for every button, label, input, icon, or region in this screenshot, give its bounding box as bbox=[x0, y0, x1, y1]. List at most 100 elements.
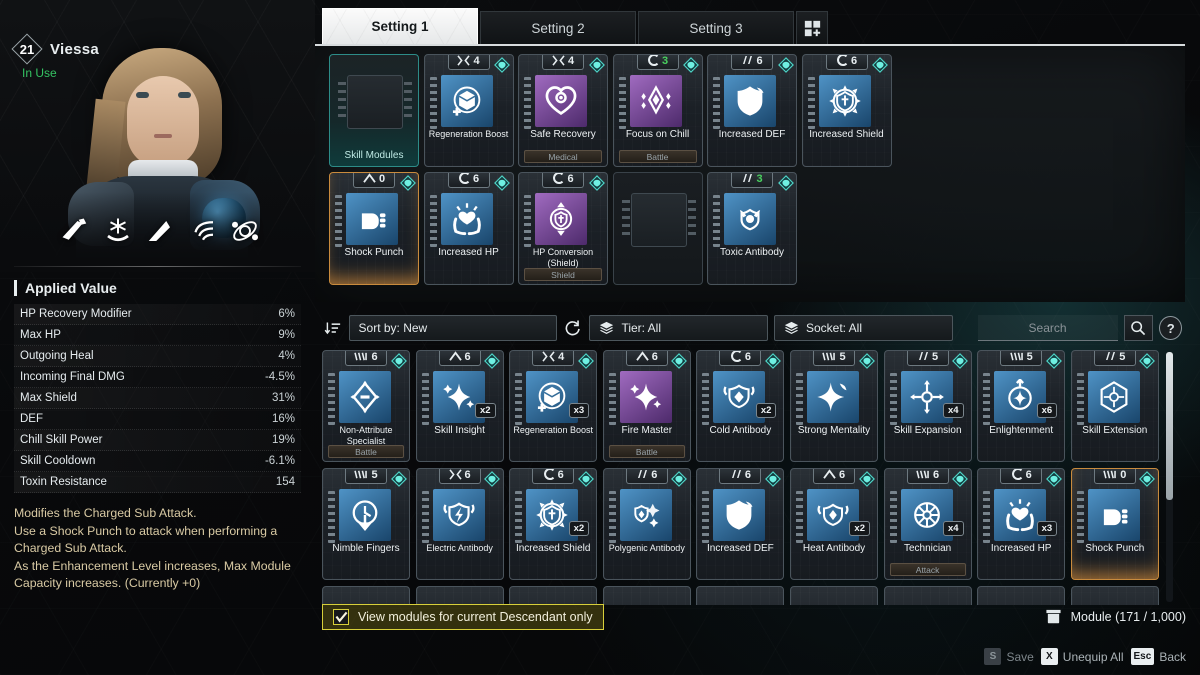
tier-filter-label: Tier: All bbox=[621, 321, 661, 335]
reset-filter-button[interactable] bbox=[563, 315, 584, 341]
module-card[interactable]: 6 Increased HP bbox=[423, 172, 514, 285]
module-tier-badge: 4 bbox=[532, 351, 575, 366]
module-card[interactable]: Skill Modules bbox=[329, 54, 419, 167]
module-socket-icon bbox=[577, 352, 594, 369]
module-tier-badge: 3 bbox=[636, 55, 679, 70]
key-hint[interactable]: X Unequip All bbox=[1040, 648, 1124, 665]
socket-xantic bbox=[916, 469, 930, 482]
module-card-partial[interactable] bbox=[883, 586, 972, 605]
module-thumbnail bbox=[619, 489, 672, 541]
view-current-descendant-checkbox-row[interactable]: View modules for current Descendant only bbox=[322, 604, 604, 630]
module-card[interactable]: 0 Shock Punch bbox=[329, 172, 419, 285]
module-socket-icon bbox=[399, 174, 416, 191]
tab-setting-1[interactable]: Setting 1 bbox=[322, 8, 478, 44]
module-card[interactable]: 5 x4 Skill Expansion bbox=[883, 350, 972, 462]
module-card[interactable]: 6 HP Conversion (Shield) Shield bbox=[518, 172, 608, 285]
module-card[interactable] bbox=[612, 172, 703, 285]
portrait-divider bbox=[14, 266, 301, 267]
sort-by-dropdown[interactable]: Sort by: New bbox=[348, 315, 557, 341]
module-tier-badge: 6 bbox=[719, 351, 762, 366]
module-card[interactable]: 4 Regeneration Boost bbox=[423, 54, 514, 167]
module-tier-number: 5 bbox=[1119, 351, 1126, 363]
module-card[interactable]: 6 Increased DEF bbox=[696, 468, 785, 580]
card-pins bbox=[328, 373, 335, 425]
tier-filter-dropdown[interactable]: Tier: All bbox=[589, 315, 768, 341]
socket-xantic bbox=[822, 351, 836, 364]
module-card[interactable]: 0 Shock Punch bbox=[1070, 468, 1159, 580]
module-card[interactable]: 5 Nimble Fingers bbox=[322, 468, 410, 580]
applied-value-name: Outgoing Heal bbox=[20, 350, 94, 362]
module-category: Attack bbox=[889, 563, 966, 576]
box-plus-icon bbox=[538, 382, 566, 412]
view-current-descendant-checkbox[interactable] bbox=[333, 609, 349, 625]
tab-setting-2[interactable]: Setting 2 bbox=[480, 11, 636, 44]
module-socket-icon bbox=[494, 174, 511, 191]
module-card-partial[interactable] bbox=[322, 586, 410, 605]
module-card[interactable]: 6 x2 Cold Antibody bbox=[696, 350, 785, 462]
socket-malachite bbox=[1011, 469, 1023, 483]
inventory-scrollbar[interactable] bbox=[1166, 352, 1173, 602]
tab-setting-3[interactable]: Setting 3 bbox=[638, 11, 794, 44]
sort-icon[interactable] bbox=[322, 315, 343, 341]
module-filter-toolbar: Sort by: New Tier: All Socket: All Searc… bbox=[322, 312, 1182, 344]
module-card[interactable]: 6 Electric Antibody bbox=[415, 468, 504, 580]
module-card[interactable]: 6 x2 Heat Antibody bbox=[790, 468, 878, 580]
module-card[interactable]: 6 x4 Technician Attack bbox=[883, 468, 972, 580]
module-card[interactable]: 3 Toxic Antibody bbox=[707, 172, 797, 285]
module-card[interactable]: 6 Increased Shield bbox=[801, 54, 892, 167]
module-tier-number: 0 bbox=[378, 173, 386, 185]
module-socket-icon bbox=[671, 470, 688, 487]
module-card[interactable]: 6 Non-Attribute Specialist Battle bbox=[322, 350, 410, 462]
module-card[interactable]: 6 Polygenic Antibody bbox=[602, 468, 691, 580]
module-card-partial[interactable] bbox=[415, 586, 504, 605]
add-preset-button[interactable] bbox=[796, 11, 828, 44]
socket-filter-dropdown[interactable]: Socket: All bbox=[773, 315, 953, 341]
shield-compass-icon bbox=[828, 85, 861, 117]
module-card-partial[interactable] bbox=[1070, 586, 1159, 605]
key-hint[interactable]: S Save bbox=[984, 648, 1034, 665]
socket-xantic bbox=[354, 351, 368, 364]
module-card-partial[interactable] bbox=[602, 586, 691, 605]
module-card-partial[interactable] bbox=[790, 586, 878, 605]
module-card[interactable]: 4 x3 Regeneration Boost bbox=[509, 350, 598, 462]
module-card[interactable]: 6 x2 Skill Insight bbox=[415, 350, 504, 462]
module-name: Focus on Chill bbox=[625, 129, 690, 140]
help-button[interactable]: ? bbox=[1159, 316, 1182, 340]
module-card[interactable]: 6 Fire Master Battle bbox=[602, 350, 691, 462]
orbital-skill-icon bbox=[232, 221, 258, 241]
diamond-minus-icon bbox=[350, 380, 380, 414]
module-inventory-grid[interactable]: 6 Non-Attribute Specialist Battle 6 x2 Skill … bbox=[322, 350, 1162, 605]
module-card[interactable]: 5 Skill Extension bbox=[1070, 350, 1159, 462]
module-card[interactable]: 4 Safe Recovery Medical bbox=[518, 54, 608, 167]
module-name: Technician bbox=[903, 543, 952, 554]
card-pins bbox=[796, 491, 803, 543]
fist-icon bbox=[1103, 509, 1128, 526]
module-card[interactable]: 6 Increased DEF bbox=[707, 54, 797, 167]
module-card-partial[interactable] bbox=[509, 586, 598, 605]
socket-malachite bbox=[836, 55, 848, 69]
applied-value-name: Skill Cooldown bbox=[20, 455, 96, 467]
search-input[interactable]: Search bbox=[977, 315, 1118, 341]
module-socket-icon bbox=[1139, 470, 1156, 487]
search-button[interactable] bbox=[1123, 315, 1154, 341]
module-card-partial[interactable] bbox=[696, 586, 785, 605]
shield-icon bbox=[737, 86, 764, 116]
module-card[interactable]: 6 x2 Increased Shield bbox=[509, 468, 598, 580]
module-socket-icon bbox=[777, 174, 794, 191]
dash-skill-icon bbox=[62, 218, 87, 240]
module-card[interactable]: 6 x3 Increased HP bbox=[977, 468, 1066, 580]
card-pins bbox=[429, 195, 437, 247]
gear-wheel-icon bbox=[913, 502, 940, 528]
module-tier-number: 6 bbox=[744, 469, 751, 481]
socket-almandine bbox=[363, 173, 376, 186]
module-tier-badge: 5 bbox=[1093, 351, 1136, 366]
module-card[interactable]: 5 Strong Mentality bbox=[790, 350, 878, 462]
scrollbar-thumb[interactable] bbox=[1166, 352, 1173, 500]
module-tier-badge: 5 bbox=[1000, 351, 1043, 366]
module-card-partial[interactable] bbox=[977, 586, 1066, 605]
module-card[interactable]: 5 x6 Enlightenment bbox=[977, 350, 1066, 462]
key-hint[interactable]: Esc Back bbox=[1130, 648, 1186, 665]
module-quantity: x2 bbox=[568, 521, 590, 536]
module-card[interactable]: 3 Focus on Chill Battle bbox=[612, 54, 703, 167]
module-name: Regeneration Boost bbox=[428, 129, 509, 139]
